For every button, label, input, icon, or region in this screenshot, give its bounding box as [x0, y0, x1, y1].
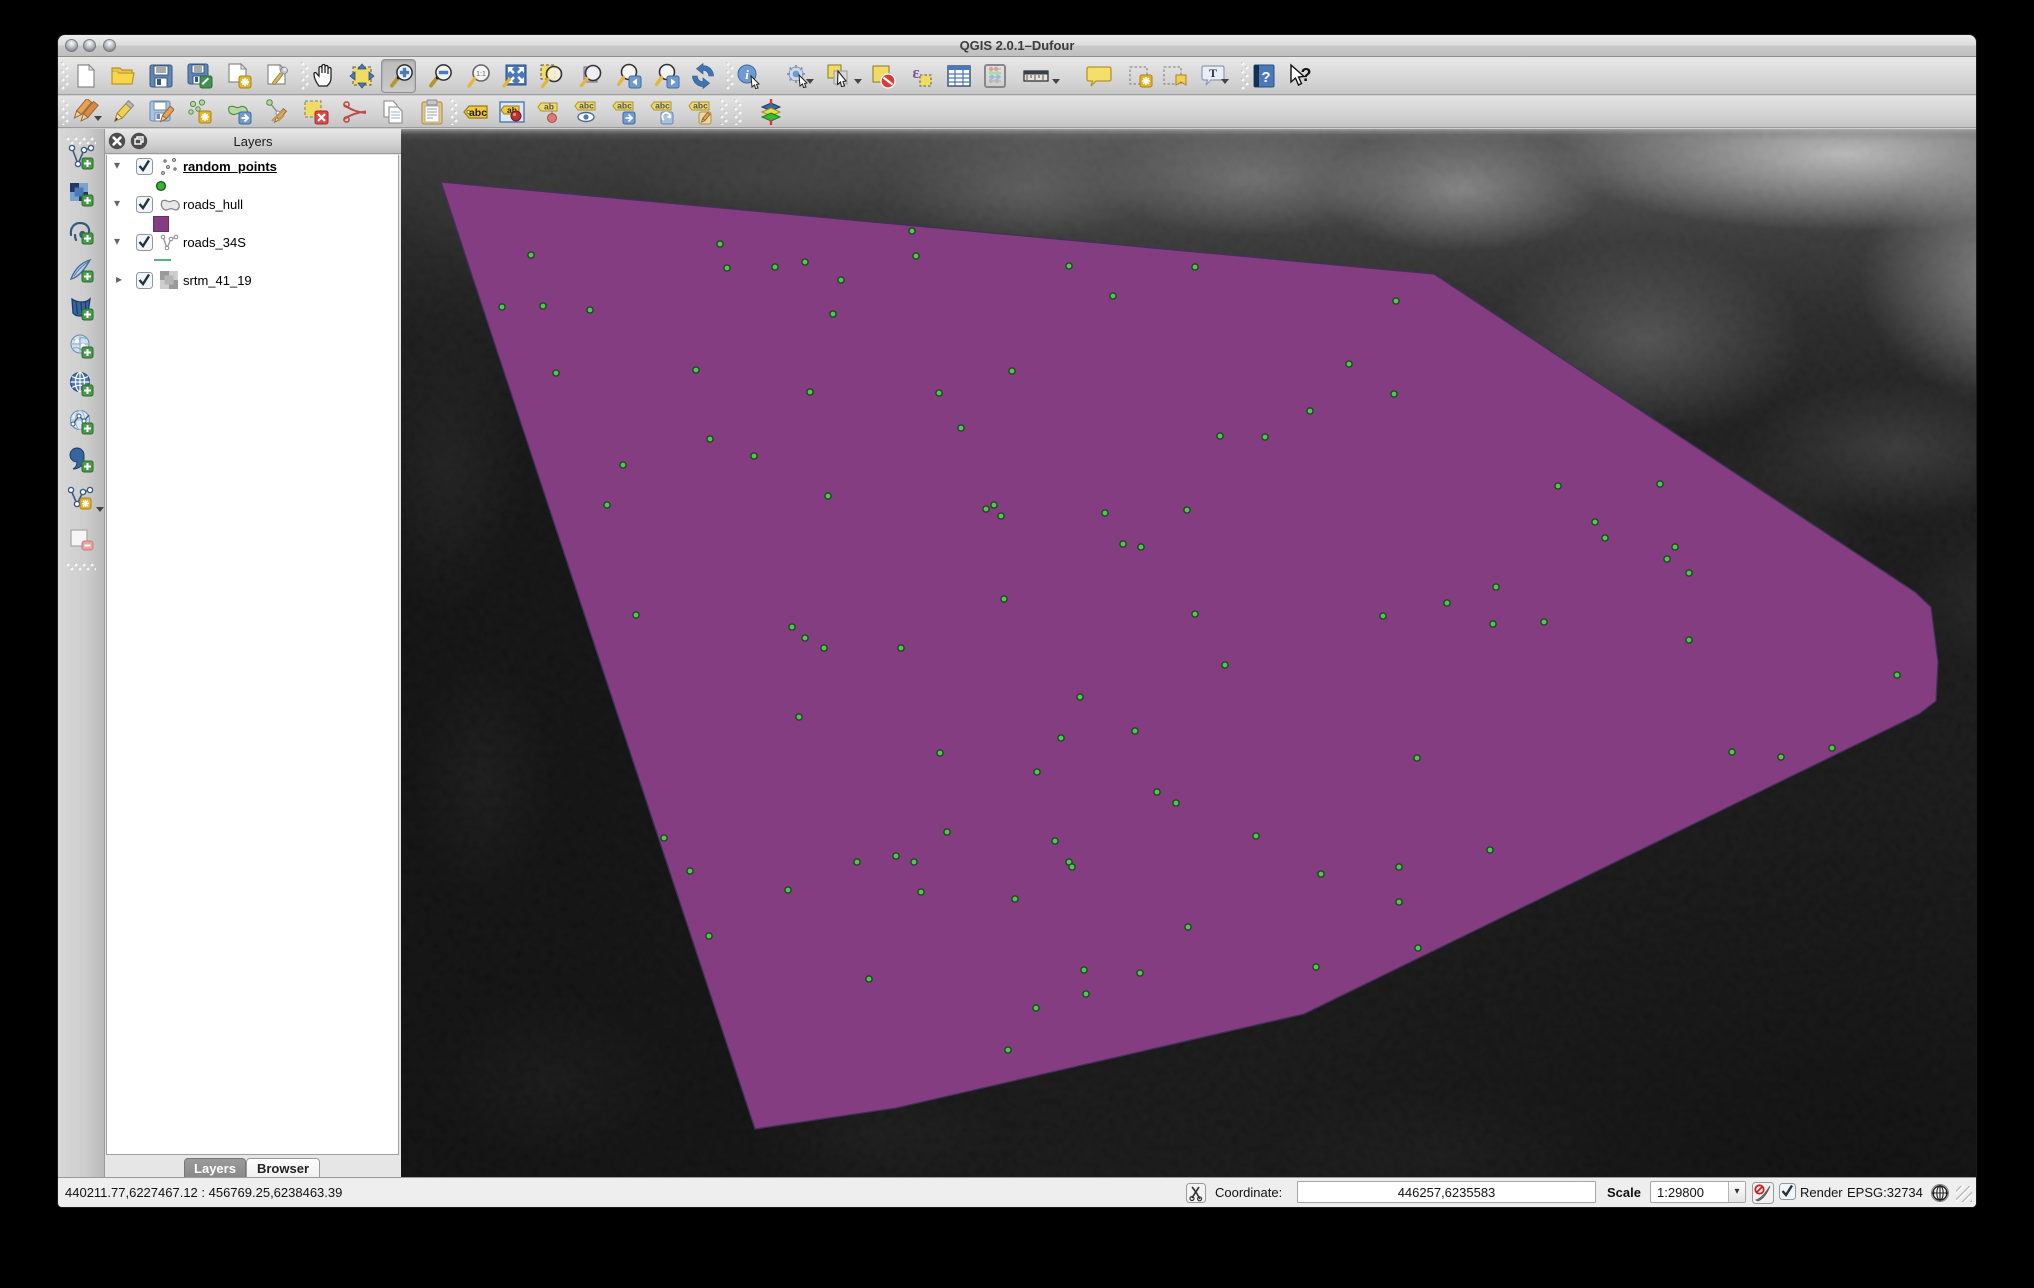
- svg-text:abc: abc: [655, 101, 670, 111]
- svg-text:?: ?: [1261, 69, 1270, 86]
- svg-text:abc: abc: [693, 101, 708, 111]
- svg-text:1:1: 1:1: [476, 71, 486, 78]
- svg-text:T: T: [1209, 66, 1217, 80]
- svg-text:?: ?: [1301, 65, 1312, 85]
- svg-text:i: i: [745, 67, 749, 82]
- svg-text:ε: ε: [912, 63, 919, 82]
- svg-text:abc: abc: [579, 101, 594, 111]
- svg-text:ab: ab: [544, 102, 554, 112]
- svg-text:abc: abc: [469, 107, 487, 119]
- svg-text:abc: abc: [617, 101, 632, 111]
